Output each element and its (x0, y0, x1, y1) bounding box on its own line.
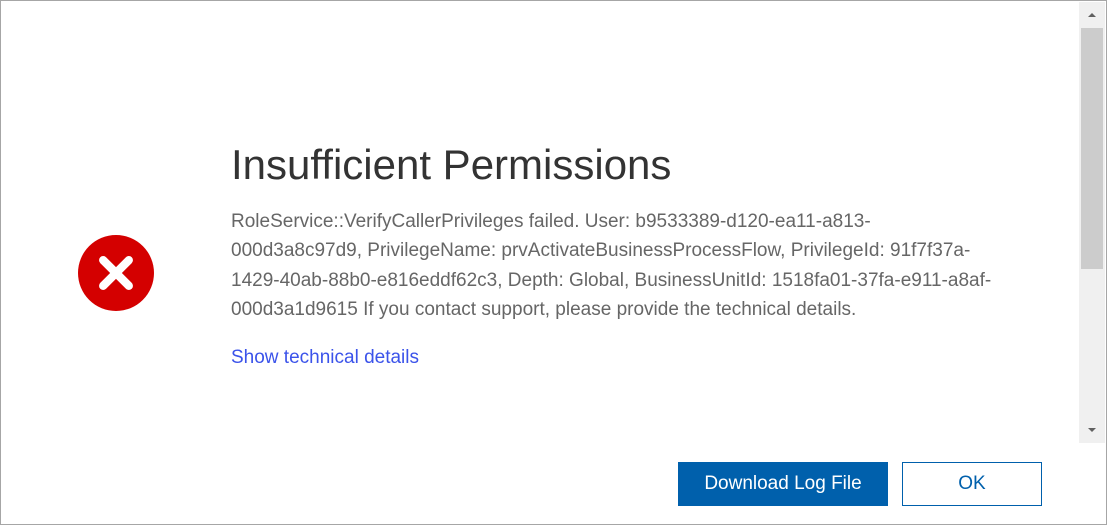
scroll-track[interactable] (1079, 28, 1105, 417)
error-icon (78, 235, 154, 311)
vertical-scrollbar[interactable] (1079, 2, 1105, 443)
content-column: Insufficient Permissions RoleService::Ve… (231, 41, 1031, 444)
ok-button[interactable]: OK (902, 462, 1042, 506)
error-message: RoleService::VerifyCallerPrivileges fail… (231, 207, 1001, 325)
icon-column (1, 41, 231, 444)
dialog-body: Insufficient Permissions RoleService::Ve… (1, 1, 1106, 444)
download-log-file-button[interactable]: Download Log File (678, 462, 888, 506)
scroll-thumb[interactable] (1081, 28, 1103, 269)
show-technical-details-link[interactable]: Show technical details (231, 347, 419, 368)
scroll-up-arrow[interactable] (1079, 2, 1105, 28)
button-bar: Download Log File OK (1, 444, 1106, 524)
scroll-down-arrow[interactable] (1079, 417, 1105, 443)
dialog-title: Insufficient Permissions (231, 141, 1001, 189)
